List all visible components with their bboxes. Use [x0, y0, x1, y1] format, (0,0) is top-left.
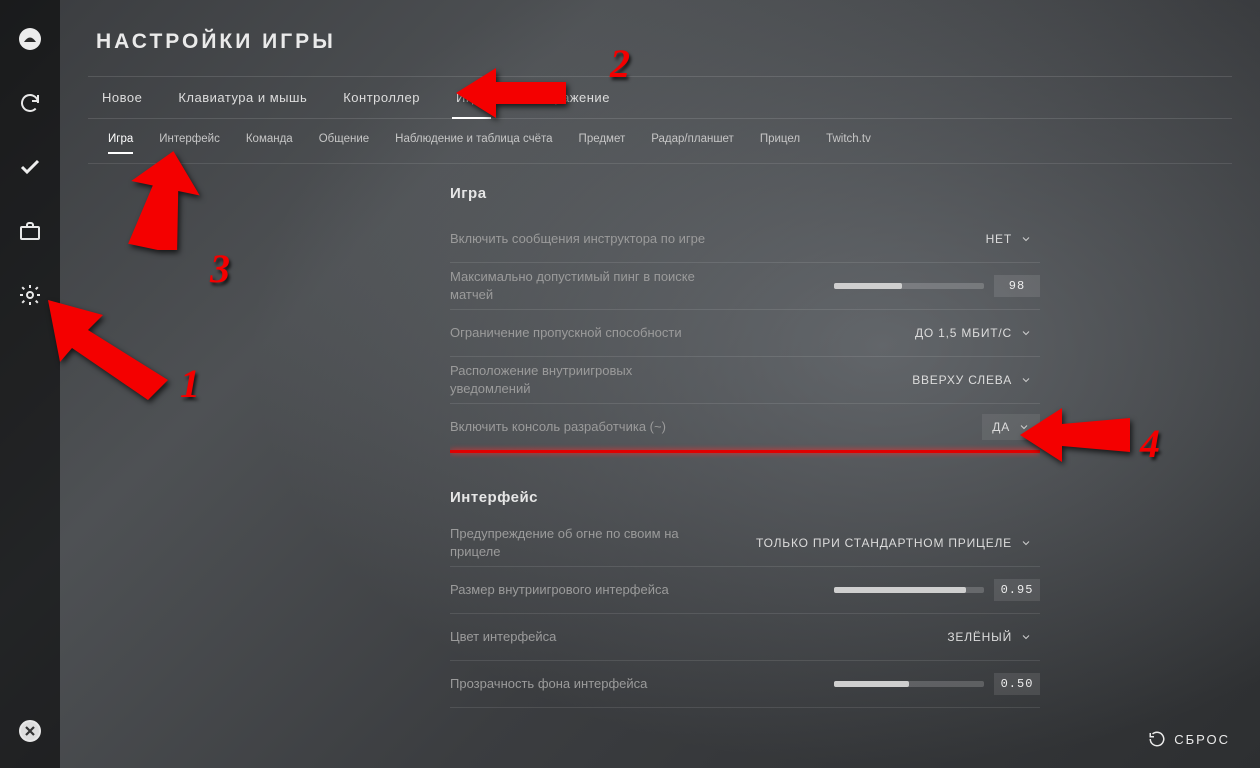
settings-page: НАСТРОЙКИ ИГРЫ Новое Клавиатура и мышь К…: [60, 0, 1260, 768]
briefcase-icon[interactable]: [17, 218, 43, 244]
settings-content: Игра Включить сообщения инструктора по и…: [450, 175, 1040, 718]
row-hudscale: Размер внутриигрового интерфейса 0.95: [450, 567, 1040, 614]
reset-icon: [1148, 730, 1166, 748]
dropdown-bandwidth[interactable]: ДО 1,5 МБИТ/С: [907, 320, 1040, 346]
dropdown-instructor[interactable]: НЕТ: [978, 226, 1040, 252]
slider-ping[interactable]: [834, 283, 984, 289]
row-hudalpha: Прозрачность фона интерфейса 0.50: [450, 661, 1040, 708]
row-ffwarning: Предупреждение об огне по своим на прице…: [450, 520, 1040, 567]
label-hudalpha: Прозрачность фона интерфейса: [450, 675, 647, 693]
row-bandwidth: Ограничение пропускной способности ДО 1,…: [450, 310, 1040, 357]
label-ping: Максимально допустимый пинг в поиске мат…: [450, 268, 710, 303]
row-hudcolor: Цвет интерфейса ЗЕЛЁНЫЙ: [450, 614, 1040, 661]
value-notifypos: ВВЕРХУ СЛЕВА: [912, 373, 1012, 387]
subtab-crosshair[interactable]: Прицел: [760, 133, 800, 153]
label-console: Включить консоль разработчика (~): [450, 418, 666, 436]
chevron-down-icon: [1020, 537, 1032, 549]
value-console: ДА: [992, 420, 1010, 434]
value-instructor: НЕТ: [986, 232, 1012, 246]
row-notifypos: Расположение внутриигровых уведомлений В…: [450, 357, 1040, 404]
close-icon[interactable]: [17, 718, 43, 744]
value-hudscale: 0.95: [994, 579, 1040, 601]
label-instructor: Включить сообщения инструктора по игре: [450, 230, 705, 248]
section-game-title: Игра: [450, 185, 1040, 202]
tab-keyboard[interactable]: Клавиатура и мышь: [174, 77, 311, 118]
label-bandwidth: Ограничение пропускной способности: [450, 324, 682, 342]
label-notifypos: Расположение внутриигровых уведомлений: [450, 362, 710, 397]
subtab-game[interactable]: Игра: [108, 133, 133, 153]
reset-label: СБРОС: [1174, 732, 1230, 747]
subtab-spectate[interactable]: Наблюдение и таблица счёта: [395, 133, 552, 153]
sub-tabs: Игра Интерфейс Команда Общение Наблюдени…: [88, 119, 1232, 164]
section-interface-title: Интерфейс: [450, 489, 1040, 506]
dropdown-hudcolor[interactable]: ЗЕЛЁНЫЙ: [939, 624, 1040, 650]
tab-new[interactable]: Новое: [98, 77, 146, 118]
dropdown-console[interactable]: ДА: [982, 414, 1040, 440]
row-instructor: Включить сообщения инструктора по игре Н…: [450, 216, 1040, 263]
chevron-down-icon: [1018, 421, 1030, 433]
gear-icon[interactable]: [17, 282, 43, 308]
chevron-down-icon: [1020, 374, 1032, 386]
home-icon[interactable]: [17, 26, 43, 52]
value-ffwarning: ТОЛЬКО ПРИ СТАНДАРТНОМ ПРИЦЕЛЕ: [756, 536, 1012, 550]
label-hudcolor: Цвет интерфейса: [450, 628, 556, 646]
value-hudalpha: 0.50: [994, 673, 1040, 695]
subtab-comm[interactable]: Общение: [319, 133, 369, 153]
page-title: НАСТРОЙКИ ИГРЫ: [96, 30, 1232, 54]
slider-hudscale[interactable]: [834, 587, 984, 593]
check-icon[interactable]: [17, 154, 43, 180]
value-bandwidth: ДО 1,5 МБИТ/С: [915, 326, 1012, 340]
subtab-item[interactable]: Предмет: [579, 133, 626, 153]
value-ping: 98: [994, 275, 1040, 297]
chevron-down-icon: [1020, 327, 1032, 339]
row-hpstyle: Стиль здоровья/патронов СТАНДАРТНЫЙ: [450, 708, 1040, 718]
subtab-radar[interactable]: Радар/планшет: [651, 133, 734, 153]
slider-hudalpha[interactable]: [834, 681, 984, 687]
label-hudscale: Размер внутриигрового интерфейса: [450, 581, 669, 599]
reset-button[interactable]: СБРОС: [1148, 730, 1230, 748]
chevron-down-icon: [1020, 233, 1032, 245]
label-ffwarning: Предупреждение об огне по своим на прице…: [450, 525, 710, 560]
dropdown-ffwarning[interactable]: ТОЛЬКО ПРИ СТАНДАРТНОМ ПРИЦЕЛЕ: [748, 530, 1040, 556]
refresh-icon[interactable]: [17, 90, 43, 116]
tab-game[interactable]: Игра: [452, 77, 491, 118]
dropdown-notifypos[interactable]: ВВЕРХУ СЛЕВА: [904, 367, 1040, 393]
subtab-interface[interactable]: Интерфейс: [159, 133, 220, 153]
main-tabs: Новое Клавиатура и мышь Контроллер Игра …: [88, 76, 1232, 119]
chevron-down-icon: [1020, 631, 1032, 643]
tab-video[interactable]: Изображение: [519, 77, 614, 118]
subtab-team[interactable]: Команда: [246, 133, 293, 153]
subtab-twitch[interactable]: Twitch.tv: [826, 133, 871, 153]
row-console: Включить консоль разработчика (~) ДА: [450, 404, 1040, 450]
value-hudcolor: ЗЕЛЁНЫЙ: [947, 630, 1012, 644]
row-ping: Максимально допустимый пинг в поиске мат…: [450, 263, 1040, 310]
tab-controller[interactable]: Контроллер: [339, 77, 424, 118]
left-rail: [0, 0, 60, 768]
